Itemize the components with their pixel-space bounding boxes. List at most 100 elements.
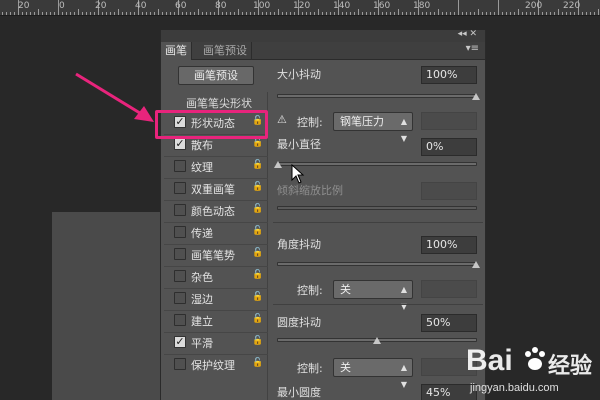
document-canvas[interactable] — [52, 212, 162, 400]
control-select-pen-pressure[interactable]: 钢笔压力 ▲ ▼ — [333, 112, 413, 143]
ruler-label: 60 — [175, 1, 187, 11]
ruler-tick — [210, 12, 211, 15]
size-jitter-slider[interactable] — [277, 93, 480, 100]
watermark-brand: Bai — [466, 344, 513, 377]
ruler-tick — [122, 12, 123, 15]
paw-icon — [525, 347, 545, 370]
roundness-jitter-slider[interactable] — [277, 337, 477, 344]
roundness-jitter-label: 圆度抖动 — [277, 316, 321, 329]
ruler-tick — [350, 12, 351, 15]
ruler-tick — [50, 12, 51, 15]
slider-handle[interactable] — [373, 337, 381, 344]
collapse-icon[interactable]: ◂◂ ✕ — [458, 29, 477, 39]
panel-menu-icon[interactable]: ▾≡ — [466, 43, 479, 54]
ruler-tick — [186, 12, 187, 15]
slider-handle[interactable] — [472, 93, 480, 100]
tilt-scale-value — [421, 182, 477, 200]
list-item-build-up[interactable]: 建立 🔓 — [164, 310, 268, 330]
lock-icon[interactable]: 🔓 — [252, 292, 263, 302]
lock-icon[interactable]: 🔓 — [252, 204, 263, 214]
panel-tab-bar: 画笔 画笔预设 ▾≡ — [161, 42, 485, 60]
angle-jitter-value[interactable]: 100% — [421, 236, 477, 254]
list-item-smoothing[interactable]: ✓ 平滑 🔓 — [164, 332, 268, 352]
ruler-tick — [70, 12, 71, 15]
roundness-jitter-value[interactable]: 50% — [421, 314, 477, 332]
min-diameter-slider[interactable] — [274, 161, 477, 168]
checkbox-unchecked[interactable] — [174, 182, 186, 194]
ruler-tick — [466, 12, 467, 15]
ruler-tick — [66, 12, 67, 15]
list-item-transfer[interactable]: 传递 🔓 — [164, 222, 268, 242]
ruler-tick — [382, 12, 383, 15]
slider-handle[interactable] — [274, 161, 282, 168]
checkbox-unchecked[interactable] — [174, 226, 186, 238]
lock-icon[interactable]: 🔓 — [252, 358, 263, 368]
brush-tip-shape-item[interactable]: 画笔笔尖形状 — [186, 95, 252, 111]
lock-icon[interactable]: 🔓 — [252, 336, 263, 346]
angle-jitter-slider[interactable] — [277, 261, 480, 268]
lock-icon[interactable]: 🔓 — [252, 248, 263, 258]
ruler-tick — [434, 12, 435, 15]
select-value: 关 — [340, 361, 351, 374]
checkbox-unchecked[interactable] — [174, 292, 186, 304]
ruler-tick — [162, 12, 163, 15]
horizontal-ruler: 20 0 20 40 60 80 100 120 140 160 180 200… — [0, 0, 600, 16]
ruler-tick — [42, 12, 43, 15]
ruler-tick — [386, 12, 387, 15]
ruler-tick — [246, 12, 247, 15]
list-item-protect-texture[interactable]: 保护纹理 🔓 — [164, 354, 268, 374]
list-item-dual-brush[interactable]: 双重画笔 🔓 — [164, 178, 268, 198]
ruler-tick — [562, 12, 563, 15]
min-diameter-value[interactable]: 0% — [421, 138, 477, 156]
checkbox-unchecked[interactable] — [174, 358, 186, 370]
ruler-label: 160 — [373, 1, 391, 11]
tab-brush[interactable]: 画笔 — [161, 42, 192, 60]
checkbox-unchecked[interactable] — [174, 248, 186, 260]
lock-icon[interactable]: 🔓 — [252, 138, 263, 148]
ruler-label: 40 — [135, 1, 147, 11]
brush-presets-button[interactable]: 画笔预设 — [178, 66, 254, 85]
lock-icon[interactable]: 🔓 — [252, 226, 263, 236]
checkbox-unchecked[interactable] — [174, 160, 186, 172]
lock-icon[interactable]: 🔓 — [252, 160, 263, 170]
ruler-tick — [394, 12, 395, 15]
ruler-tick — [542, 12, 543, 15]
checkbox-unchecked[interactable] — [174, 314, 186, 326]
ruler-label: 80 — [215, 1, 227, 11]
watermark-brand-suffix: 经验 — [548, 353, 593, 378]
ruler-tick — [158, 9, 159, 15]
ruler-tick — [326, 12, 327, 15]
lock-icon[interactable]: 🔓 — [252, 182, 263, 192]
tab-brush-presets[interactable]: 画笔预设 — [199, 42, 252, 60]
lock-icon[interactable]: 🔓 — [252, 270, 263, 280]
ruler-tick — [6, 12, 7, 15]
list-item-wet-edges[interactable]: 湿边 🔓 — [164, 288, 268, 308]
ruler-tick — [238, 9, 239, 15]
checkbox-unchecked[interactable] — [174, 270, 186, 282]
ruler-tick — [278, 9, 279, 15]
item-label: 画笔笔势 — [191, 249, 235, 262]
slider-handle[interactable] — [472, 261, 480, 268]
ruler-tick — [282, 12, 283, 15]
ruler-label: 120 — [293, 1, 311, 11]
section-divider — [273, 222, 483, 223]
control-select-angle[interactable]: 关 ▲ ▼ — [333, 280, 413, 311]
control-select-roundness[interactable]: 关 ▲ ▼ — [333, 358, 413, 389]
list-item-noise[interactable]: 杂色 🔓 — [164, 266, 268, 286]
list-item-brush-pose[interactable]: 画笔笔势 🔓 — [164, 244, 268, 264]
list-item-color-dynamics[interactable]: 颜色动态 🔓 — [164, 200, 268, 220]
checkbox-checked[interactable]: ✓ — [174, 336, 186, 348]
ruler-tick — [494, 12, 495, 15]
ruler-tick — [86, 12, 87, 15]
lock-icon[interactable]: 🔓 — [252, 314, 263, 324]
ruler-tick — [314, 12, 315, 15]
size-jitter-value[interactable]: 100% — [421, 66, 477, 84]
item-label: 建立 — [191, 315, 213, 328]
checkbox-checked[interactable]: ✓ — [174, 138, 186, 150]
ruler-tick — [142, 12, 143, 15]
checkbox-unchecked[interactable] — [174, 204, 186, 216]
ruler-tick — [270, 12, 271, 15]
list-item-texture[interactable]: 纹理 🔓 — [164, 156, 268, 176]
ruler-tick — [474, 12, 475, 15]
ruler-tick — [46, 12, 47, 15]
